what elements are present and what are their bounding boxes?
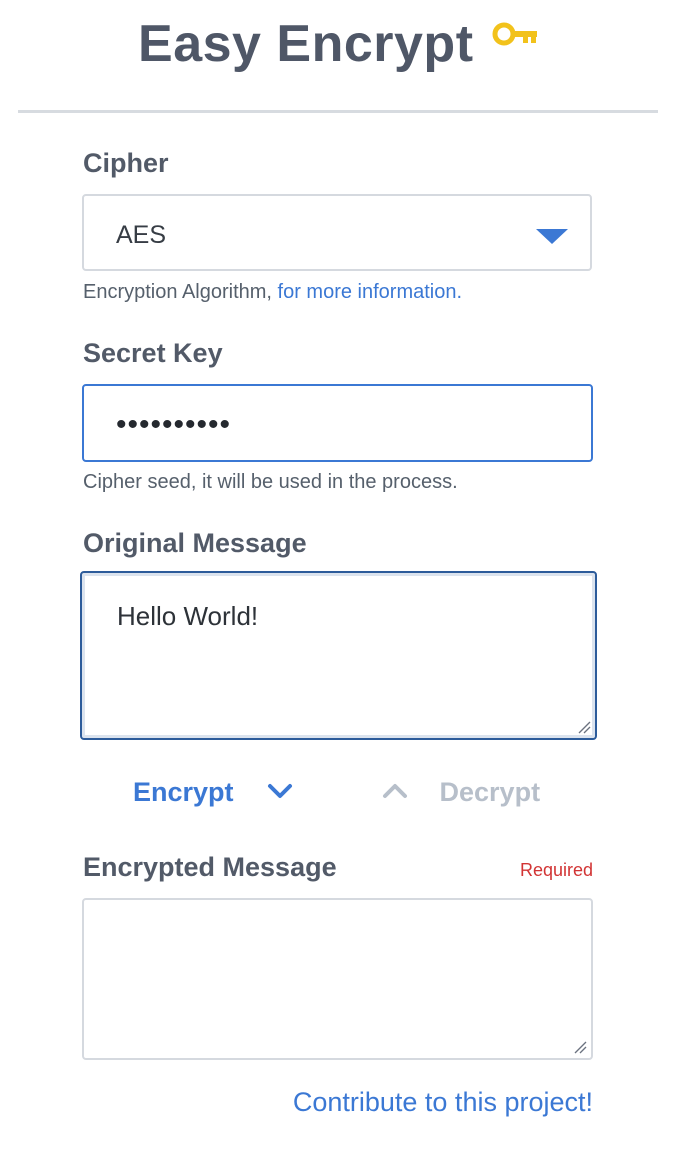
encrypted-message-textarea[interactable]: [82, 898, 593, 1060]
cipher-help-text: Encryption Algorithm,: [83, 281, 278, 303]
original-message-textarea[interactable]: Hello World!: [80, 571, 597, 740]
decrypt-button[interactable]: Decrypt: [382, 777, 540, 808]
required-badge: Required: [519, 860, 593, 880]
encrypt-label: Encrypt: [133, 777, 234, 807]
decrypt-label: Decrypt: [439, 777, 541, 807]
contribute-link[interactable]: Contribute to this project!: [293, 1087, 593, 1118]
secret-key-value: ••••••••••: [116, 408, 232, 441]
secret-key-help: Cipher seed, it will be used in the proc…: [83, 471, 458, 493]
resize-grip-icon[interactable]: [577, 720, 591, 734]
encrypt-button[interactable]: Encrypt: [133, 777, 293, 808]
chevron-up-icon: [383, 783, 407, 798]
more-information-link[interactable]: for more information.: [278, 281, 463, 303]
cipher-label: Cipher: [83, 148, 169, 178]
resize-grip-icon[interactable]: [573, 1040, 587, 1054]
title-wrap: Easy Encrypt: [18, 14, 658, 74]
chevron-down-icon: [268, 783, 293, 798]
app-header: Easy Encrypt: [18, 0, 658, 113]
secret-key-input[interactable]: ••••••••••: [82, 384, 593, 462]
original-message-value: Hello World!: [117, 601, 259, 631]
encrypted-message-label: Encrypted Message: [83, 852, 337, 882]
cipher-selected-value: AES: [116, 221, 167, 249]
key-icon: [492, 21, 538, 52]
original-message-label: Original Message: [83, 528, 307, 558]
app-title: Easy Encrypt: [138, 15, 474, 73]
cipher-select[interactable]: AES: [82, 194, 592, 271]
secret-key-label: Secret Key: [83, 338, 223, 368]
cipher-help: Encryption Algorithm, for more informati…: [83, 281, 462, 304]
caret-down-icon: [536, 229, 568, 244]
